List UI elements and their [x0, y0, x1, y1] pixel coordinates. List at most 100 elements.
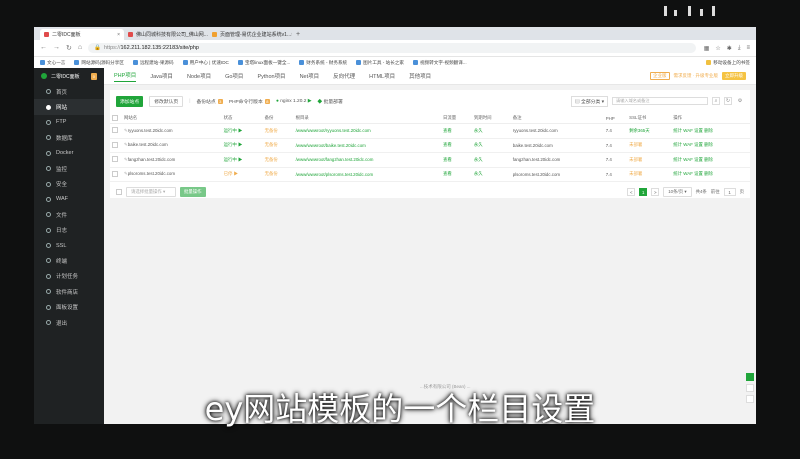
download-icon[interactable]: ⤓	[738, 45, 741, 52]
browser-tab-company[interactable]: 佛山同城科技有限公司_佛山网...×	[124, 29, 208, 40]
search-input[interactable]: 请输入域名或备注	[612, 97, 708, 105]
site-expire[interactable]: 永久	[471, 138, 511, 153]
category-select[interactable]: ▤ 全部分类 ▾	[570, 95, 608, 107]
sidebar-item-ftp[interactable]: FTP	[34, 115, 104, 130]
stats-link[interactable]: 统计	[673, 157, 682, 162]
tab-python[interactable]: Python项目	[257, 72, 285, 80]
delete-link[interactable]: 删除	[704, 128, 713, 133]
site-php[interactable]: 7.4	[603, 167, 628, 182]
stats-link[interactable]: 统计	[673, 142, 682, 147]
column-header[interactable]: 状态	[221, 113, 263, 124]
bookmark-item[interactable]: 远程建站-果源码	[132, 60, 174, 66]
site-note[interactable]: fangzhan.test.20idc.com	[510, 152, 604, 168]
goto-page-input[interactable]: 1	[723, 188, 736, 196]
batch-deploy-button[interactable]: ◆ 批量部署	[317, 98, 342, 105]
star-icon[interactable]: ☆	[715, 45, 720, 52]
site-note[interactable]: baike.test.20idc.com	[510, 138, 604, 153]
site-root[interactable]: /www/wwwroot/ryyuons.test.20idc.com	[293, 123, 441, 139]
site-status[interactable]: 运行中 ▶	[221, 123, 263, 139]
bookmark-item[interactable]: 宝塔linux面板一键全...	[237, 60, 290, 66]
tab-php[interactable]: PHP项目	[114, 71, 137, 82]
row-checkbox[interactable]	[110, 138, 122, 153]
site-status[interactable]: 已停 ▶	[221, 167, 263, 182]
column-header[interactable]: 到期时间	[471, 113, 511, 124]
site-note[interactable]: plsoroms.test.20idc.com	[510, 167, 604, 182]
footer-checkbox[interactable]	[116, 189, 122, 195]
sidebar-item-logs[interactable]: 日志	[34, 223, 104, 238]
site-backup[interactable]: 无备份	[262, 138, 294, 153]
extension-icon[interactable]: ✱	[727, 45, 732, 52]
sidebar-item-store[interactable]: 软件商店	[34, 284, 104, 299]
reload-icon[interactable]: ↻	[66, 44, 72, 52]
row-checkbox[interactable]	[110, 167, 122, 182]
site-php[interactable]: 7.4	[603, 138, 628, 153]
site-backup[interactable]: 无备份	[262, 152, 294, 168]
backup-site-button[interactable]: 备份站点 3	[196, 98, 223, 105]
browser-tab-panel[interactable]: 二零IDC面板 ×	[40, 29, 124, 40]
sidebar-item-security[interactable]: 安全	[34, 176, 104, 191]
sidebar-item-settings[interactable]: 面板设置	[34, 299, 104, 314]
bookmark-item[interactable]: 网站源码|源码分享区	[74, 60, 124, 66]
delete-link[interactable]: 删除	[704, 142, 713, 147]
delete-link[interactable]: 删除	[704, 171, 713, 176]
sidebar-item-terminal[interactable]: 终端	[34, 253, 104, 268]
tab-java[interactable]: Java项目	[150, 72, 173, 80]
search-icon[interactable]: ⌕	[712, 97, 720, 105]
close-icon[interactable]: ×	[291, 32, 292, 38]
batch-action-button[interactable]: 批量操作	[180, 187, 206, 197]
site-backup[interactable]: 无备份	[262, 167, 294, 182]
browser-tab-cms[interactable]: 页面管理-易优企业建站系统v1...×	[208, 29, 292, 40]
waf-link[interactable]: WAF	[683, 171, 693, 176]
back-icon[interactable]: ←	[40, 44, 47, 52]
qr-icon[interactable]: ▦	[704, 45, 710, 52]
settings-link[interactable]: 设置	[694, 171, 703, 176]
bookmark-item[interactable]: 文心一言	[40, 60, 65, 66]
chat-icon[interactable]	[746, 373, 754, 381]
feedback-link[interactable]: 需求反馈 · 升级专业版	[674, 73, 719, 79]
tab-html[interactable]: HTML项目	[369, 72, 395, 80]
sidebar-item-monitor[interactable]: 监控	[34, 161, 104, 176]
sidebar-item-home[interactable]: 首页	[34, 84, 104, 99]
gear-icon[interactable]: ⚙	[736, 97, 744, 105]
site-traffic[interactable]: 查看	[440, 123, 472, 139]
site-status[interactable]: 运行中 ▶	[221, 138, 263, 153]
sidebar-item-website[interactable]: 网站	[34, 99, 104, 115]
stats-link[interactable]: 统计	[673, 171, 682, 176]
site-root[interactable]: /www/wwwroot/plsoroms.test.20idc.com	[293, 167, 441, 182]
sidebar-item-cron[interactable]: 计划任务	[34, 269, 104, 284]
tab-net[interactable]: Net项目	[300, 72, 320, 80]
menu-icon[interactable]: ≡	[746, 45, 750, 52]
tab-other[interactable]: 其他项目	[409, 72, 431, 80]
site-traffic[interactable]: 查看	[440, 167, 472, 182]
site-status[interactable]: 运行中 ▶	[221, 152, 263, 168]
home-icon[interactable]: ⌂	[78, 44, 82, 52]
batch-select[interactable]: 请选择批量操作 ▾	[126, 187, 176, 197]
next-page-button[interactable]: >	[651, 188, 660, 196]
site-expire[interactable]: 永久	[471, 152, 511, 168]
nginx-version-button[interactable]: ● nginx 1.20.2 ▶	[276, 99, 311, 104]
site-root[interactable]: /www/wwwroot/fangzhan.test.20idc.com	[293, 152, 441, 168]
stats-link[interactable]: 统计	[673, 128, 682, 133]
settings-link[interactable]: 设置	[694, 128, 703, 133]
waf-link[interactable]: WAF	[683, 128, 693, 133]
tab-proxy[interactable]: 反向代理	[333, 72, 355, 80]
php-cli-button[interactable]: PHP命令行版本 8	[229, 98, 270, 105]
bookmark-item[interactable]: 图片工具 - 站长之家	[356, 60, 404, 66]
waf-link[interactable]: WAF	[683, 157, 693, 162]
bookmark-item[interactable]: 用户中心 | 优速IDC	[182, 60, 229, 66]
new-tab-button[interactable]: +	[296, 29, 300, 40]
delete-link[interactable]: 删除	[704, 157, 713, 162]
refresh-icon[interactable]: ↻	[724, 97, 732, 105]
site-ssl[interactable]: 剩余365天	[627, 123, 672, 139]
column-header[interactable]: 网站名	[122, 113, 222, 124]
sidebar-item-ssl[interactable]: SSL	[34, 238, 104, 253]
page-1-button[interactable]: 1	[639, 188, 648, 196]
url-field[interactable]: 🔒 https://162.211.182.135:22183/site/php	[88, 43, 696, 53]
site-expire[interactable]: 永久	[471, 123, 511, 139]
site-note[interactable]: ryyuons.test.20idc.com	[510, 123, 604, 139]
close-icon[interactable]: ×	[117, 32, 120, 38]
site-php[interactable]: 7.4	[603, 152, 628, 168]
notification-badge[interactable]: 0	[90, 72, 97, 80]
sidebar-item-docker[interactable]: Docker	[34, 146, 104, 161]
column-header[interactable]: SSL证书	[627, 113, 672, 124]
